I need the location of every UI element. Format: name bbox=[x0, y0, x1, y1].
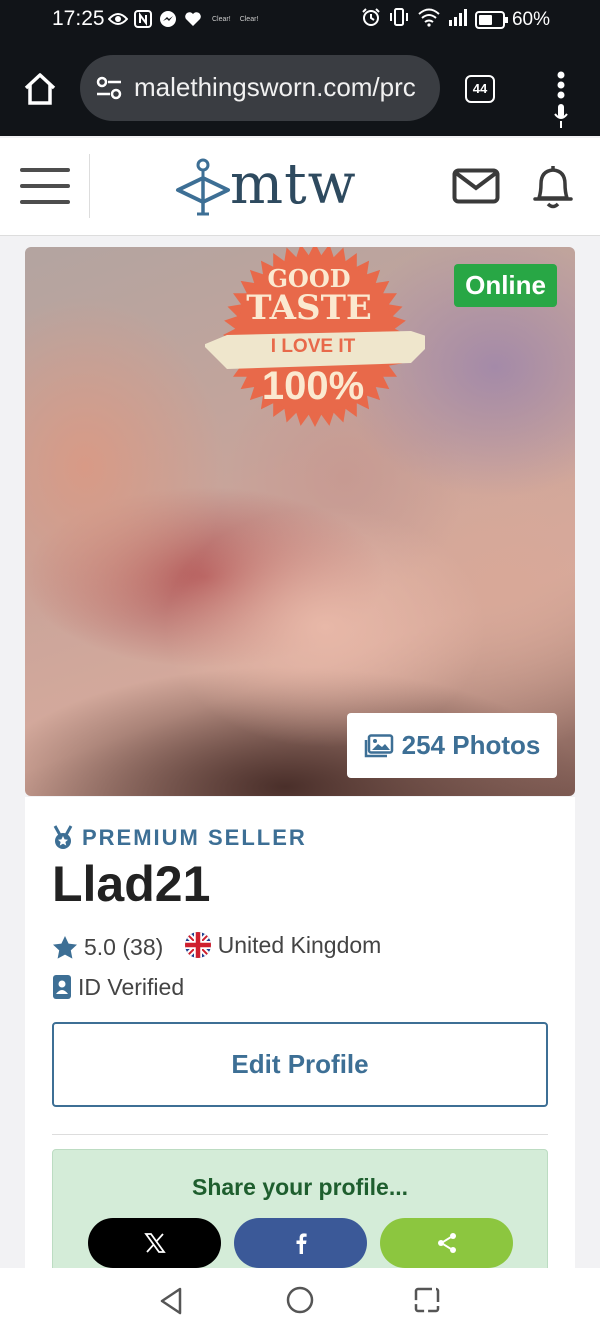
photos-count-label: 254 Photos bbox=[401, 730, 541, 760]
notifications-button[interactable] bbox=[530, 162, 576, 210]
share-profile-box: Share your profile... bbox=[52, 1149, 548, 1279]
photos-gallery-button[interactable]: 254 Photos bbox=[347, 713, 557, 778]
back-button[interactable] bbox=[157, 1286, 187, 1316]
card-divider bbox=[52, 1134, 548, 1135]
medal-icon bbox=[53, 825, 73, 849]
premium-seller-label: PREMIUM SELLER bbox=[82, 825, 307, 850]
country-name: United Kingdom bbox=[217, 932, 382, 958]
status-small-label: Clear! bbox=[212, 15, 231, 23]
status-small-label: Clear! bbox=[239, 15, 259, 23]
share-title: Share your profile... bbox=[192, 1174, 408, 1200]
good-taste-sticker: GOOD TASTE I LOVE IT 100% bbox=[205, 247, 425, 427]
bell-icon bbox=[533, 166, 573, 209]
tab-switcher-button[interactable]: 44 bbox=[465, 75, 495, 103]
site-header: mtw bbox=[0, 138, 600, 236]
status-time: 17:25 bbox=[52, 7, 105, 30]
rating-value: 5.0 (38) bbox=[84, 934, 164, 960]
browser-toolbar: malethingsworn.com/prc 44 bbox=[0, 40, 600, 136]
facebook-icon bbox=[296, 1233, 307, 1254]
online-status-badge: Online bbox=[454, 264, 557, 307]
nfc-icon bbox=[133, 9, 153, 29]
images-icon bbox=[364, 733, 393, 757]
uk-flag-icon bbox=[184, 932, 211, 958]
id-verified: ID Verified bbox=[52, 969, 184, 1005]
vibrate-icon bbox=[388, 7, 410, 33]
hamburger-menu-button[interactable] bbox=[20, 166, 70, 206]
battery-icon bbox=[474, 11, 508, 29]
country: United Kingdom bbox=[184, 927, 382, 963]
hanger-logo-icon bbox=[176, 158, 230, 216]
home-circle-icon bbox=[286, 1286, 314, 1314]
id-verified-label: ID Verified bbox=[78, 974, 185, 1000]
status-left-icons: Clear! Clear! bbox=[108, 9, 258, 29]
profile-photo[interactable]: GOOD TASTE I LOVE IT 100% Online 254 Pho… bbox=[25, 247, 575, 796]
recent-apps-icon bbox=[414, 1287, 440, 1313]
recent-apps-button[interactable] bbox=[412, 1285, 442, 1315]
logo-text: mtw bbox=[230, 152, 357, 217]
site-settings-icon[interactable] bbox=[96, 76, 122, 100]
star-icon bbox=[53, 936, 77, 959]
wifi-icon bbox=[417, 7, 441, 33]
profile-card: PREMIUM SELLER Llad21 5.0 (38) United Ki… bbox=[25, 797, 575, 1279]
status-right-icons: 60% bbox=[361, 7, 550, 33]
edit-profile-button[interactable]: Edit Profile bbox=[52, 1022, 548, 1107]
premium-seller-row: PREMIUM SELLER bbox=[52, 825, 307, 851]
sticker-line3: 100% bbox=[262, 364, 364, 408]
home-button[interactable] bbox=[285, 1285, 315, 1315]
browser-home-button[interactable] bbox=[22, 72, 58, 106]
system-nav-bar bbox=[0, 1268, 600, 1333]
messenger-icon bbox=[158, 9, 178, 29]
rating[interactable]: 5.0 (38) bbox=[52, 929, 163, 965]
header-divider bbox=[89, 154, 90, 218]
site-logo[interactable]: mtw bbox=[175, 152, 375, 218]
address-bar[interactable]: malethingsworn.com/prc bbox=[80, 55, 440, 121]
browser-menu-button[interactable] bbox=[553, 70, 569, 130]
username: Llad21 bbox=[52, 856, 211, 912]
share-facebook-button[interactable] bbox=[234, 1218, 367, 1268]
share-generic-button[interactable] bbox=[380, 1218, 513, 1268]
home-icon bbox=[24, 73, 56, 105]
share-icon bbox=[437, 1233, 456, 1253]
back-icon bbox=[160, 1287, 182, 1315]
x-logo-icon bbox=[143, 1233, 166, 1253]
id-badge-icon bbox=[53, 975, 71, 999]
eye-icon bbox=[108, 9, 128, 29]
heart-icon bbox=[183, 9, 203, 29]
share-x-button[interactable] bbox=[88, 1218, 221, 1268]
signal-icon bbox=[448, 8, 468, 32]
profile-meta: 5.0 (38) United Kingdom ID Verified bbox=[52, 927, 512, 1010]
sticker-line2: TASTE bbox=[246, 288, 372, 328]
sticker-ribbon: I LOVE IT bbox=[271, 336, 356, 357]
envelope-icon bbox=[452, 168, 500, 204]
more-vert-icon bbox=[554, 71, 568, 128]
messages-button[interactable] bbox=[452, 168, 500, 204]
battery-percent: 60% bbox=[511, 9, 550, 30]
alarm-icon bbox=[361, 7, 381, 33]
status-bar: 17:25 Clear! Clear! 60% bbox=[0, 0, 600, 40]
url-text[interactable]: malethingsworn.com/prc bbox=[134, 72, 434, 103]
